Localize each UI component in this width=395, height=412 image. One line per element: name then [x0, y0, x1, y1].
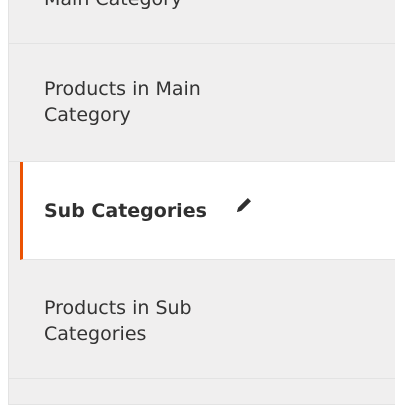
- nav-item-label: Sub Categories: [44, 200, 207, 222]
- pencil-icon[interactable]: [234, 195, 254, 222]
- nav-item-products-in-sub-categories[interactable]: Products in Sub Categories: [8, 260, 395, 379]
- nav-item-sub-categories[interactable]: Sub Categories: [20, 162, 395, 260]
- nav-item-label: Products in Main Category: [44, 78, 201, 126]
- nav-item-label: Products in Sub Categories: [44, 297, 192, 345]
- nav-item-main-category[interactable]: Main Category: [8, 0, 395, 44]
- nav-item-label: Main Category: [44, 0, 264, 12]
- nav-item-products-in-main-category[interactable]: Products in Main Category: [8, 44, 395, 162]
